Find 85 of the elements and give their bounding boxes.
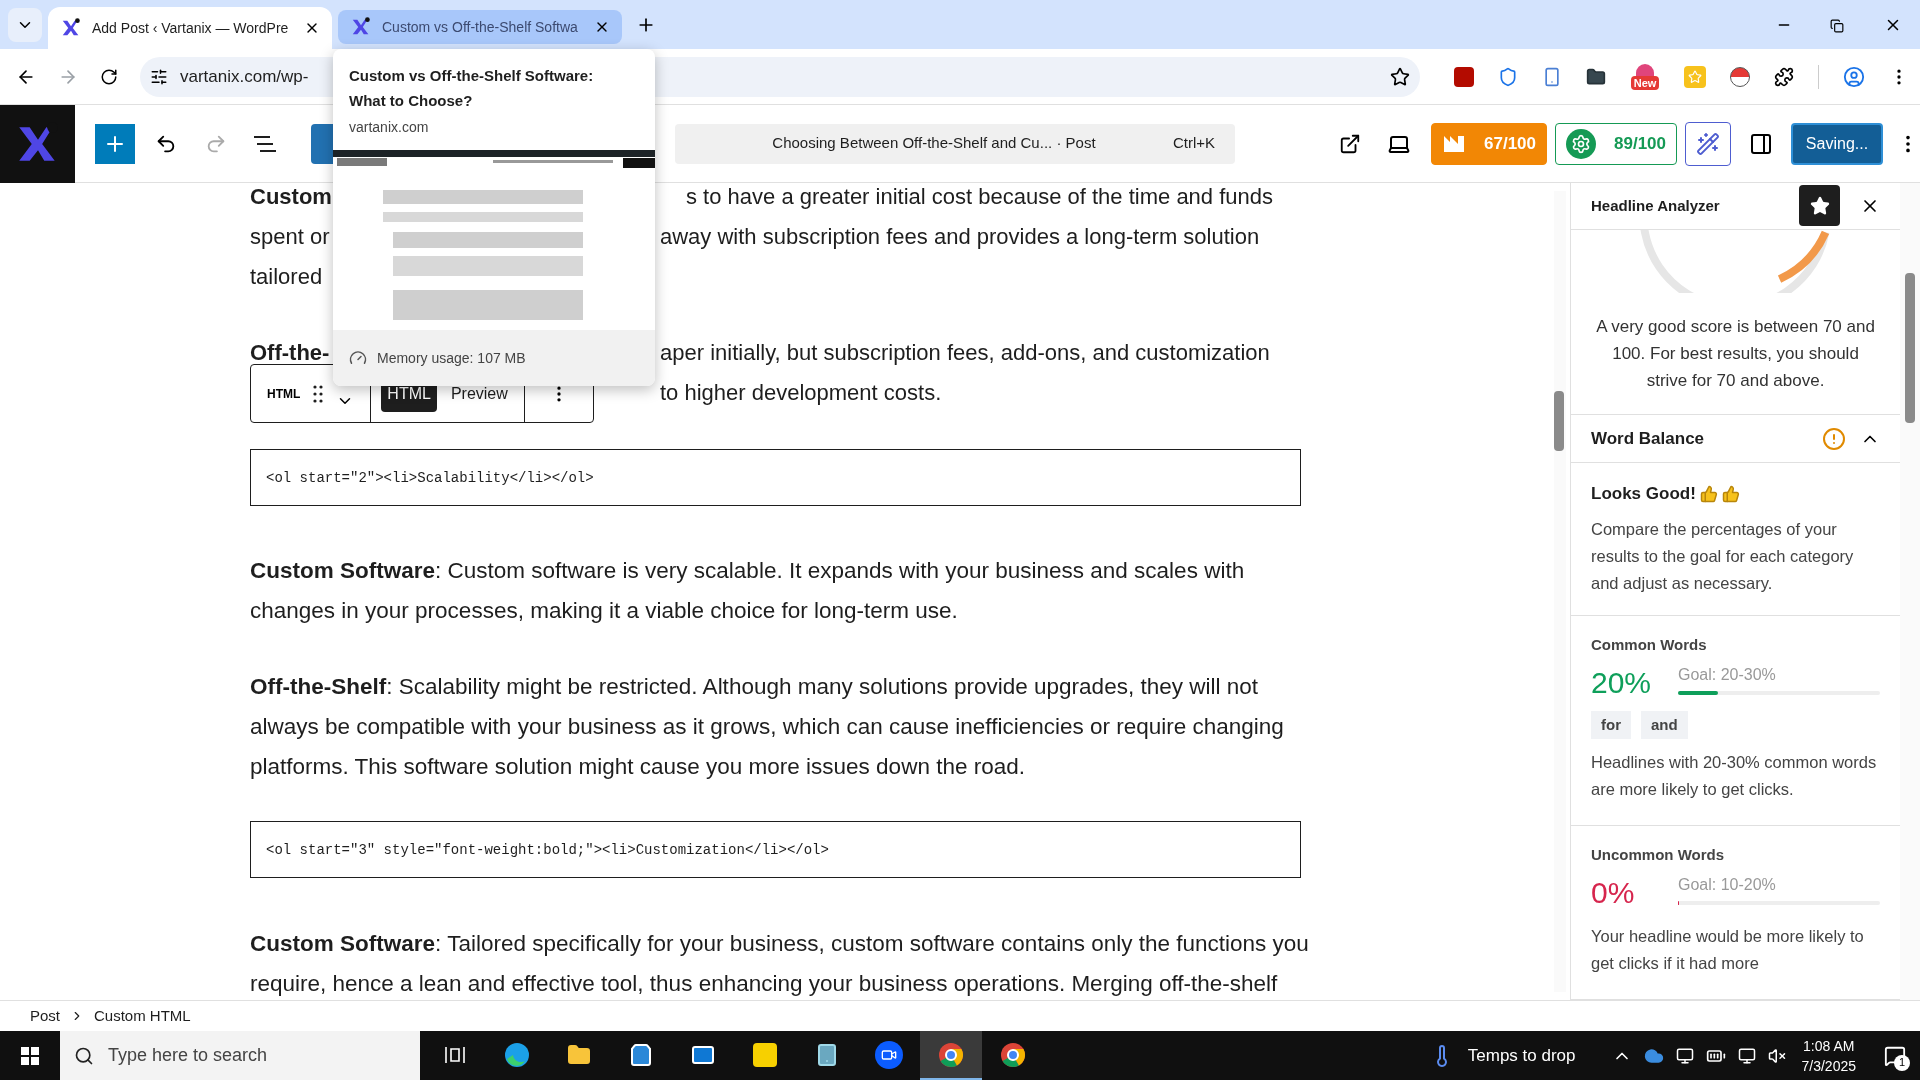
score-note: A very good score is between 70 and 100. For best results, you should strive for 70 and above. [1595,316,1876,393]
clock-time[interactable]: 1:08 AM [1803,1035,1855,1056]
screen-icon[interactable] [1675,1046,1694,1065]
text-fragment: tailored [250,264,323,289]
text-fragment: s to have a greater initial cost because of the time and funds [686,183,1274,211]
phone-icon[interactable] [1542,66,1562,87]
chrome-app-icon[interactable] [920,1031,982,1080]
external-link-icon[interactable] [1339,132,1361,155]
goal-text: Goal: 10-20% [1678,875,1777,895]
memory-usage-text: Memory usage: 107 MB [377,348,526,368]
gear-icon [1566,128,1596,159]
thumbs-up-icon [1721,484,1740,503]
warning-icon [1822,426,1847,451]
gauge-icon [349,349,367,367]
favorite-button[interactable] [1799,185,1841,227]
shortcut-text: Ctrl+K [1172,133,1215,154]
section-title: Word Balance [1591,427,1706,450]
code-text: <ol start="2"><li>Scalability</li></ol> [266,468,594,488]
category-note: Your headline would be more likely to get clicks if it had more [1591,926,1865,974]
verdict-text: Looks Good! [1591,483,1696,505]
text-fragment: aper initially, but subscription fees, add-ons, and customization [660,339,1270,367]
word-tag: and [1641,711,1688,740]
restore-icon[interactable] [1830,19,1844,33]
text-fragment: spent or [250,224,330,249]
bookmark-star-icon[interactable] [1390,66,1410,87]
extension-icon[interactable] [1636,63,1654,76]
score-button[interactable]: 89/100 [1555,122,1677,165]
command-bar[interactable]: Choosing Between Off-the-Shelf and Cu... · Post Ctrl+K [675,123,1235,164]
notification-count: 1 [1894,1054,1910,1071]
url-text: vartanix.com/wp- [180,65,309,88]
reload-icon[interactable] [100,67,118,86]
weather-text: Temps to drop [1467,1044,1576,1067]
add-block-button[interactable] [95,123,135,164]
list-view-icon[interactable] [253,133,277,154]
new-badge: New [1630,75,1660,90]
magic-button[interactable] [1685,121,1731,166]
block-type-label: HTML [267,385,301,403]
text-fragment: Off-the- [250,340,330,365]
sidebar-toggle-icon[interactable] [1749,131,1773,156]
notifications-icon[interactable] [1884,1044,1906,1067]
breadcrumb-item[interactable]: Post [30,1004,60,1028]
network-icon[interactable] [1737,1046,1756,1065]
star-icon [1809,195,1830,216]
category-title: Uncommon Words [1591,845,1726,866]
taskbar-search-field[interactable]: Type here to search [60,1031,420,1080]
folder-icon[interactable] [1586,66,1606,87]
post-title: Choosing Between Off-the-Shelf and Cu... · Post [771,133,1097,154]
thumbs-up-icon [1699,484,1718,503]
profile-icon[interactable] [1843,65,1865,88]
shield-icon[interactable] [1498,66,1518,87]
percent-text: 20% [1591,665,1653,701]
tab-title: Custom vs Off-the-Shelf Softwa [382,17,579,37]
volume-muted-icon[interactable] [1767,1046,1786,1065]
save-button[interactable]: Saving... [1791,122,1883,165]
category-note: Headlines with 20-30% common words are more likely to get clicks. [1591,752,1878,801]
star-extension-icon[interactable] [1684,65,1706,88]
browser-tab[interactable]: Add Post ‹ Vartanix — WordPre [48,7,332,49]
text-fragment: to higher development costs. [660,379,942,407]
site-logo[interactable] [0,104,75,183]
site-info-icon[interactable] [150,67,168,86]
browser-tab[interactable]: Custom vs Off-the-Shelf Softwa [338,10,622,44]
pdf-extension-icon[interactable] [1454,66,1474,87]
category-title: Common Words [1591,635,1708,656]
panel-title: Headline Analyzer [1591,195,1721,216]
search-icon [74,1045,94,1066]
paragraph: Custom Software: Tailored specifically for your business, custom software contains only the functions you require, hence a lean and effective tool, thus enhancing your business operations. Merging off-the-shelf [250,931,1309,996]
text-fragment: away with subscription fees and provides a long-term solution [660,223,1260,251]
tab-title: Add Post ‹ Vartanix — WordPre [92,18,290,38]
paragraph: Off-the-Shelf: Scalability might be restricted. Although many solutions provide upgrades, they will not always be compatible with your business as it grows, which can cause inefficiencies or require changing platforms. This software solution might cause you more issues down the road. [250,674,1284,779]
text-fragment: Custom [250,184,332,209]
code-block[interactable]: <ol start="2"><li>Scalability</li></ol> [250,449,1301,506]
breadcrumb-item[interactable]: Custom HTML [94,1004,191,1028]
code-block[interactable]: <ol start="3" style="font-weight:bold;"><li>Customization</li></ol> [250,821,1301,878]
intro-text: Compare the percentages of your results to the goal for each category and adjust as necessary. [1591,519,1855,595]
wand-icon [1696,131,1720,156]
drag-handle-icon[interactable] [312,383,325,404]
word-tag: for [1591,711,1631,740]
goal-text: Goal: 20-30% [1678,665,1777,685]
preview-domain: vartanix.com [348,118,430,137]
paragraph: Custom Software: Custom software is very scalable. It expands with your business and scales with changes in your processes, making it a viable choice for long-term use. [250,558,1245,623]
clock-date[interactable]: 7/3/2025 [1801,1055,1856,1076]
mode-tab[interactable]: Preview [444,375,514,412]
extensions-icon[interactable] [1774,66,1794,87]
percent-text: 0% [1591,875,1636,911]
code-text: <ol start="3" style="font-weight:bold;"><li>Customization</li></ol> [266,840,829,860]
